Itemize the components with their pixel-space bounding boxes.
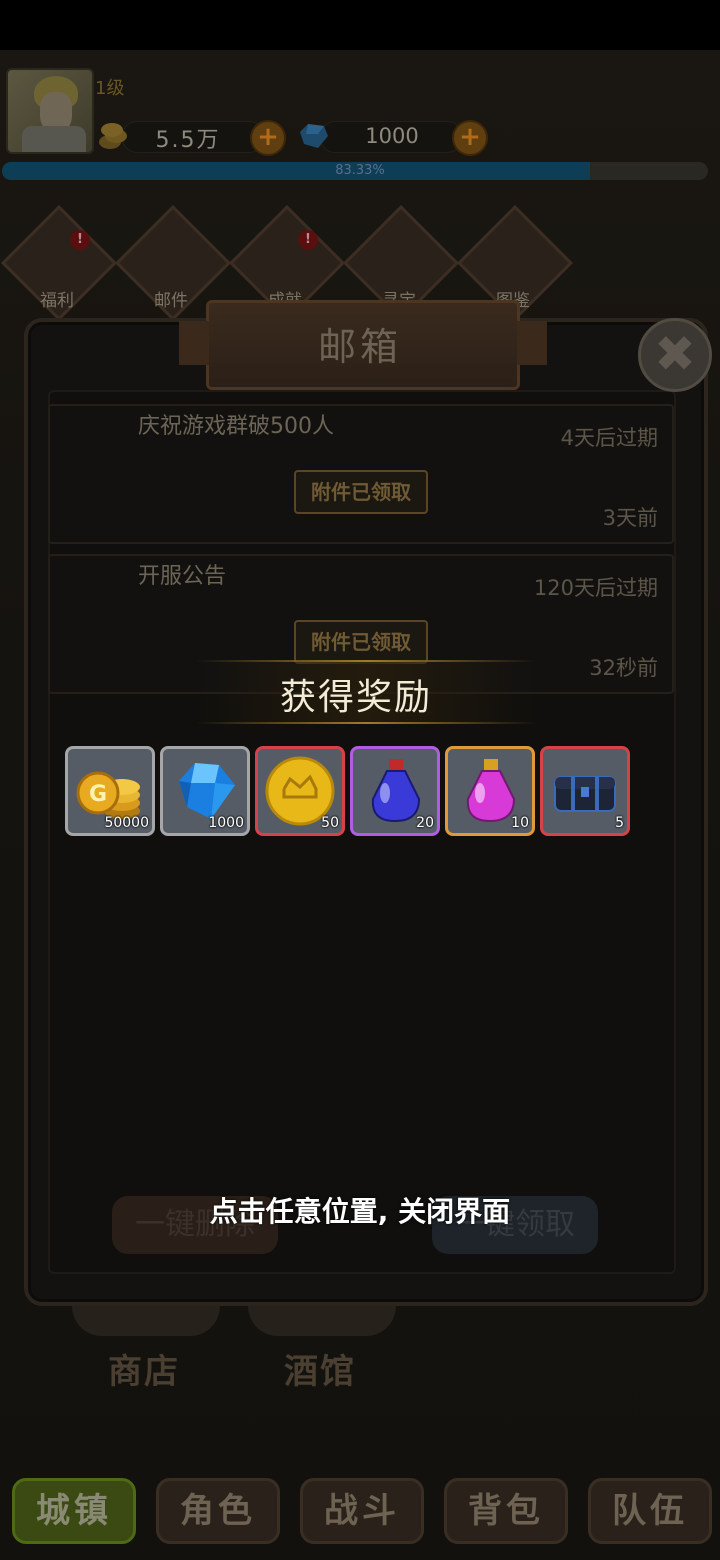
- item-count: 1000: [208, 815, 244, 831]
- item-count: 10: [511, 815, 529, 831]
- add-gems-button[interactable]: +: [452, 120, 488, 156]
- dark-chest-icon: [554, 776, 616, 812]
- coin-value: 5.5万: [155, 128, 221, 153]
- dialog-title: 邮箱: [317, 325, 402, 369]
- item-count: 5: [615, 815, 624, 831]
- mail-subject: 庆祝游戏群破500人: [138, 414, 334, 439]
- player-level: 1级: [95, 78, 125, 99]
- svg-text:G: G: [89, 782, 107, 807]
- gem-icon: [300, 124, 328, 148]
- mail-expire: 4天后过期: [560, 426, 658, 450]
- reward-item-blue-potion[interactable]: 20: [350, 746, 440, 836]
- reward-item-crown-coin[interactable]: 50: [255, 746, 345, 836]
- claimed-attachment-button[interactable]: 附件已领取: [294, 470, 428, 514]
- nav-town[interactable]: 城镇: [12, 1478, 136, 1544]
- item-count: 50000: [104, 815, 149, 831]
- add-coins-button[interactable]: +: [250, 120, 286, 156]
- nav-character[interactable]: 角色: [156, 1478, 280, 1544]
- avatar-shirt: [22, 126, 86, 152]
- notification-badge: !: [70, 230, 90, 250]
- gold-divider: [196, 722, 536, 724]
- claimed-attachment-button[interactable]: 附件已领取: [294, 620, 428, 664]
- mail-subject: 开服公告: [138, 564, 227, 589]
- item-count: 50: [321, 815, 339, 831]
- player-avatar[interactable]: [6, 68, 94, 154]
- nav-backpack[interactable]: 背包: [444, 1478, 568, 1544]
- notification-badge: !: [298, 230, 318, 250]
- item-count: 20: [416, 815, 434, 831]
- close-icon[interactable]: ✖: [638, 318, 712, 392]
- gold-divider: [196, 660, 536, 662]
- reward-item-chest[interactable]: 5: [540, 746, 630, 836]
- reward-item-gold-coins[interactable]: G 50000: [65, 746, 155, 836]
- nav-battle[interactable]: 战斗: [300, 1478, 424, 1544]
- menu-label: 邮件: [154, 291, 188, 311]
- exp-percent: 83.33%: [335, 163, 385, 178]
- reward-item-diamond[interactable]: 1000: [160, 746, 250, 836]
- reward-item-pink-potion[interactable]: 10: [445, 746, 535, 836]
- nav-team[interactable]: 队伍: [588, 1478, 712, 1544]
- tavern-label: 酒馆: [284, 1352, 356, 1392]
- close-hint[interactable]: 点击任意位置, 关闭界面: [0, 1190, 720, 1230]
- mail-time: 3天前: [602, 506, 658, 530]
- status-bar: [0, 0, 720, 50]
- shop-label: 商店: [108, 1352, 180, 1392]
- reward-title: 获得奖励: [279, 677, 432, 718]
- gem-value: 1000: [365, 124, 419, 148]
- menu-label: 福利: [40, 291, 74, 311]
- mail-expire: 120天后过期: [533, 576, 658, 600]
- coin-stack-icon: [99, 123, 127, 149]
